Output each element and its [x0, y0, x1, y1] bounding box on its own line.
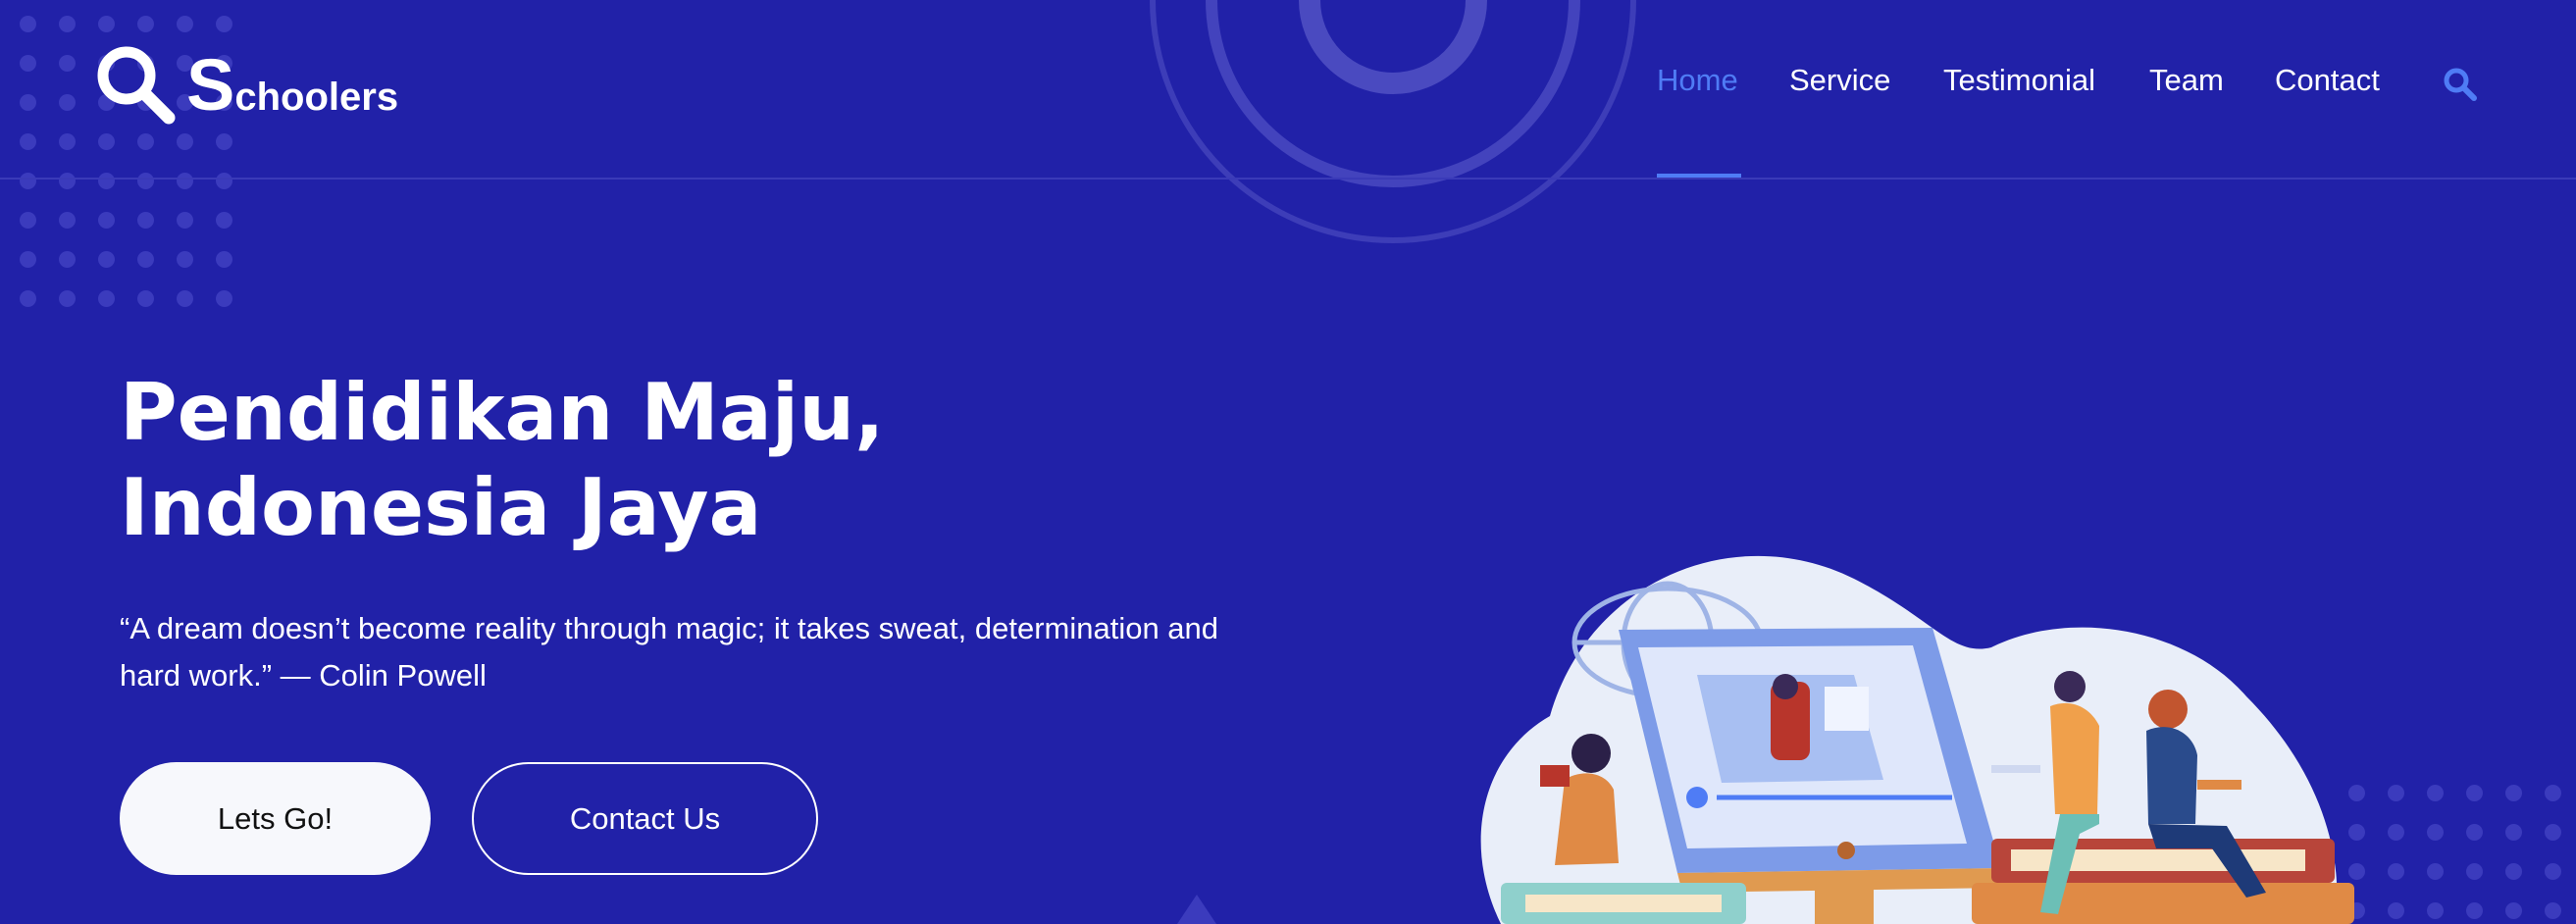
nav-home[interactable]: Home — [1657, 63, 1738, 98]
triangle-decoration — [1177, 895, 1216, 924]
nav-service[interactable]: Service — [1789, 63, 1890, 98]
hero-quote: “A dream doesn’t become reality through … — [120, 611, 1219, 693]
nav-contact[interactable]: Contact — [2275, 63, 2380, 98]
lets-go-button[interactable]: Lets Go! — [120, 762, 431, 875]
brand-rest: choolers — [234, 76, 399, 119]
hero-illustration — [1480, 555, 2354, 924]
site-header: Schoolers Home Service Testimonial Team … — [0, 0, 2576, 180]
active-nav-indicator — [1657, 174, 1741, 178]
search-icon[interactable] — [2441, 65, 2480, 104]
brand-initial: S — [186, 44, 235, 126]
nav-testimonial[interactable]: Testimonial — [1943, 63, 2095, 98]
hero-title: Pendidikan Maju, Indonesia Jaya — [120, 367, 885, 553]
nav-team[interactable]: Team — [2149, 63, 2224, 98]
magnifier-logo-icon — [97, 46, 176, 125]
brand-name: Schoolers — [186, 49, 398, 122]
brand-logo[interactable]: Schoolers — [94, 43, 398, 128]
contact-us-button[interactable]: Contact Us — [472, 762, 818, 875]
